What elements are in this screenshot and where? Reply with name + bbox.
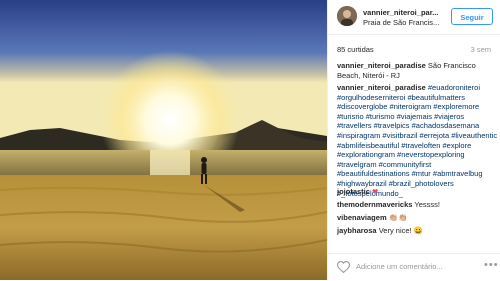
likes-count[interactable]: 85 curtidas <box>337 45 374 54</box>
comment-bar: Adicione um comentário... ••• <box>328 253 500 281</box>
add-comment-input[interactable]: Adicione um comentário... <box>356 262 443 271</box>
comment-text: Very nice! 😀 <box>378 226 424 235</box>
post-username[interactable]: vannier_niteroi_par... <box>363 8 445 17</box>
post-sidebar: vannier_niteroi_par... Praia de São Fran… <box>327 0 500 280</box>
comment: vibenaviagem 👏🏼👏🏼 <box>337 213 407 222</box>
comment-username[interactable]: jaybharosa <box>337 226 377 235</box>
comment-username[interactable]: jojotastic <box>337 187 370 196</box>
comment-username[interactable]: themodernmavericks <box>337 200 412 209</box>
comment-text: 👏🏼👏🏼 <box>388 213 408 222</box>
post-location[interactable]: Praia de São Francis... <box>363 18 445 27</box>
avatar[interactable] <box>337 6 357 26</box>
comment: jaybharosa Very nice! 😀 <box>337 226 423 235</box>
heart-icon[interactable] <box>337 261 350 273</box>
comment-text: Yessss! <box>414 200 440 209</box>
comment-username[interactable]: vibenaviagem <box>337 213 387 222</box>
comment: themodernmavericks Yessss! <box>337 200 440 209</box>
post-time: 3 sem <box>470 45 491 54</box>
caption-username[interactable]: vannier_niteroi_paradise <box>337 61 426 70</box>
more-options-icon[interactable]: ••• <box>484 259 499 271</box>
hashtags-comment: vannier_niteroi_paradise #euadoroniteroi… <box>337 83 499 198</box>
caption: vannier_niteroi_paradise São Francisco B… <box>337 61 497 80</box>
hashtags-text[interactable]: #euadoroniteroi #orgulhodeserniteroi #be… <box>337 83 497 198</box>
follow-button[interactable]: Seguir <box>451 8 493 25</box>
comment-text: ❤ <box>372 187 379 196</box>
post-header: vannier_niteroi_par... Praia de São Fran… <box>328 0 500 35</box>
hashtags-username[interactable]: vannier_niteroi_paradise <box>337 83 426 92</box>
post-photo[interactable] <box>0 0 327 280</box>
comment: jojotastic ❤ <box>337 187 378 196</box>
